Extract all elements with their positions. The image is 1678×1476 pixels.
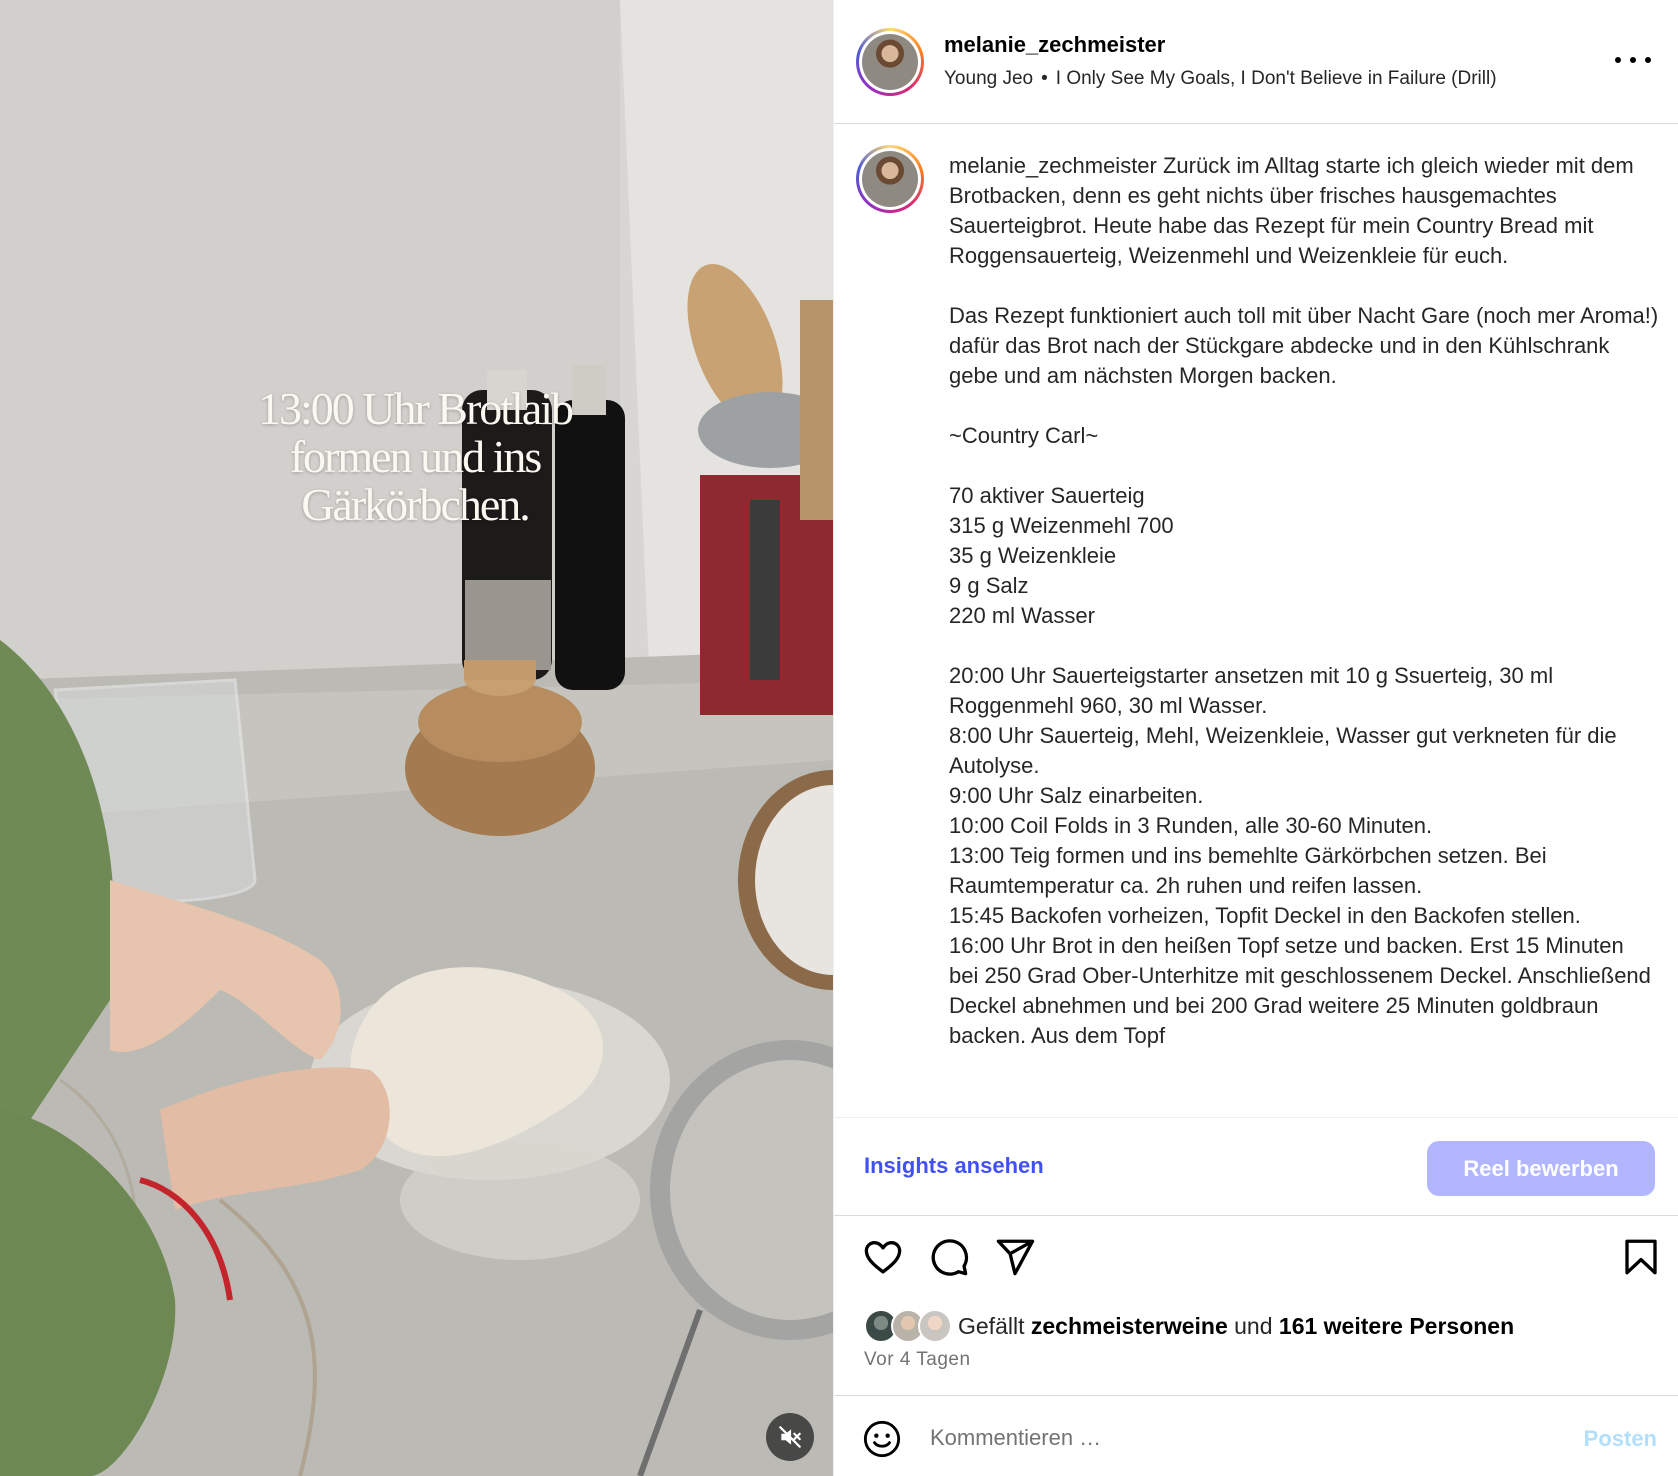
bookmark-icon: [1625, 1239, 1657, 1275]
share-icon: [996, 1239, 1035, 1276]
likes-summary: Gefällt zechmeisterweine und 161 weitere…: [864, 1308, 1514, 1344]
caption-line: 9 g Salz: [949, 573, 1029, 598]
caption-line: 315 g Weizenmehl 700: [949, 513, 1174, 538]
caption-paragraph: melanie_zechmeister Zurück im Alltag sta…: [949, 153, 1634, 268]
video-frame: [0, 0, 833, 1476]
likes-count[interactable]: 161 weitere Personen: [1279, 1313, 1514, 1339]
caption-section: melanie_zechmeister Zurück im Alltag sta…: [834, 125, 1678, 1117]
caption-line: 20:00 Uhr Sauerteigstarter ansetzen mit …: [949, 663, 1554, 718]
caption-line: Das Rezept funktioniert auch toll mit üb…: [949, 303, 1659, 388]
comment-bar: Posten: [834, 1395, 1678, 1476]
liker-avatars[interactable]: [864, 1309, 952, 1343]
insights-link[interactable]: Insights ansehen: [864, 1153, 1044, 1179]
post-actions: [834, 1236, 1678, 1286]
comment-button[interactable]: [928, 1236, 972, 1280]
caption-text: melanie_zechmeister Zurück im Alltag sta…: [949, 151, 1659, 1051]
caption-line: [949, 631, 1659, 661]
caption-line: 10:00 Coil Folds in 3 Runden, alle 30-60…: [949, 813, 1433, 838]
header-username[interactable]: melanie_zechmeister: [944, 32, 1165, 58]
overlay-line-1: 13:00 Uhr Brotlaib: [257, 383, 574, 434]
caption-line: [949, 451, 1659, 481]
liker-username[interactable]: zechmeisterweine: [1031, 1313, 1228, 1339]
audio-info[interactable]: Young Jeo • I Only See My Goals, I Don't B…: [944, 68, 1497, 90]
post-panel: melanie_zechmeister Young Jeo • I Only See…: [833, 0, 1678, 1476]
caption-line: 13:00 Teig formen und ins bemehlte Gärkö…: [949, 843, 1547, 898]
more-options-button[interactable]: [1615, 46, 1651, 74]
emoji-icon: [863, 1420, 901, 1458]
caption-author[interactable]: melanie_zechmeister: [949, 153, 1157, 178]
video-overlay-text: 13:00 Uhr Brotlaib formen und ins Gärkör…: [215, 385, 615, 529]
mute-button[interactable]: [766, 1413, 814, 1461]
caption-line: 70 aktiver Sauerteig: [949, 483, 1145, 508]
comment-input[interactable]: [930, 1416, 1510, 1460]
promote-reel-button[interactable]: Reel bewerben: [1427, 1141, 1655, 1196]
caption-avatar[interactable]: [856, 145, 924, 213]
heart-icon: [864, 1240, 902, 1274]
post-header: melanie_zechmeister Young Jeo • I Only See…: [834, 0, 1678, 124]
likes-text: Gefällt zechmeisterweine und 161 weitere…: [958, 1312, 1515, 1339]
caption-line: ~Country Carl~: [949, 423, 1099, 448]
reel-video[interactable]: 13:00 Uhr Brotlaib formen und ins Gärkör…: [0, 0, 833, 1476]
caption-line: 8:00 Uhr Sauerteig, Mehl, Weizenkleie, W…: [949, 723, 1617, 778]
caption-line: 9:00 Uhr Salz einarbeiten.: [949, 783, 1204, 808]
post-comment-button[interactable]: Posten: [1584, 1426, 1657, 1452]
mute-icon: [779, 1426, 801, 1448]
share-button[interactable]: [994, 1236, 1038, 1280]
caption-line: 16:00 Uhr Brot in den heißen Topf setze …: [949, 933, 1651, 1048]
caption-line: 220 ml Wasser: [949, 603, 1095, 628]
emoji-button[interactable]: [862, 1419, 902, 1459]
liker-avatar: [918, 1309, 952, 1343]
comment-icon: [931, 1239, 969, 1276]
caption-line: 15:45 Backofen vorheizen, Topfit Deckel …: [949, 903, 1581, 928]
post-timestamp[interactable]: Vor 4 Tagen: [864, 1349, 971, 1371]
audio-artist[interactable]: Young Jeo: [944, 68, 1033, 89]
save-button[interactable]: [1620, 1236, 1664, 1280]
caption-line: [949, 391, 1659, 421]
audio-separator: •: [1041, 68, 1048, 89]
more-icon: [1615, 57, 1621, 63]
owner-action-bar: Insights ansehen Reel bewerben: [834, 1117, 1678, 1216]
caption-line: 35 g Weizenkleie: [949, 543, 1117, 568]
overlay-line-3: Gärkörbchen.: [301, 479, 531, 530]
avatar[interactable]: [856, 28, 924, 96]
audio-title[interactable]: I Only See My Goals, I Don't Believe in …: [1056, 68, 1497, 89]
caption-line: [949, 271, 1659, 301]
overlay-line-2: formen und ins: [289, 431, 543, 482]
like-button[interactable]: [862, 1236, 906, 1280]
